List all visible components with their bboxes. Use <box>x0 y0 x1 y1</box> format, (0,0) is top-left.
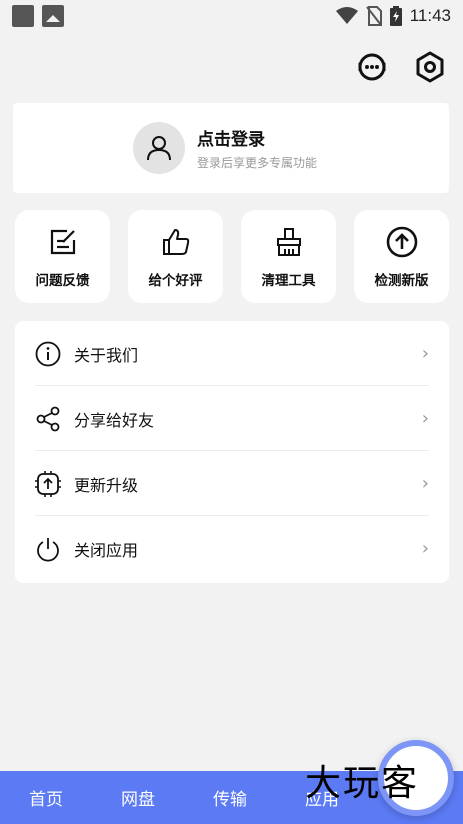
thumbs-up-icon <box>161 225 191 259</box>
tile-feedback[interactable]: 问题反馈 <box>15 210 110 303</box>
login-card[interactable]: 点击登录 登录后享更多专属功能 <box>13 103 449 193</box>
tile-cleaner[interactable]: 清理工具 <box>241 210 336 303</box>
no-sim-icon <box>365 6 382 26</box>
settings-menu: 关于我们 › 分享给好友 › 更新升级 › 关闭应用 › <box>15 321 449 583</box>
menu-item-about[interactable]: 关于我们 › <box>15 321 449 386</box>
user-icon <box>147 136 171 161</box>
top-actions <box>355 50 447 84</box>
arrow-up-circle-icon <box>385 225 419 259</box>
image-notification-icon <box>42 5 64 27</box>
clock: 11:43 <box>409 6 451 25</box>
avatar <box>133 122 185 174</box>
broom-icon <box>275 225 303 259</box>
chevron-right-icon: › <box>421 343 429 364</box>
nav-home[interactable]: 首页 <box>0 785 92 810</box>
nav-transfer[interactable]: 传输 <box>184 785 276 810</box>
battery-icon <box>389 6 402 26</box>
tile-rate[interactable]: 给个好评 <box>128 210 223 303</box>
chevron-right-icon: › <box>421 538 429 559</box>
edit-icon <box>49 225 77 259</box>
tile-check-update[interactable]: 检测新版 <box>354 210 449 303</box>
menu-item-update[interactable]: 更新升级 › <box>15 451 449 516</box>
share-icon <box>35 406 61 432</box>
customer-service-icon[interactable] <box>355 50 389 84</box>
nav-cloud-drive[interactable]: 网盘 <box>92 785 184 810</box>
power-icon <box>35 536 61 562</box>
notification-icon <box>12 5 34 27</box>
watermark: 大玩客 <box>305 763 420 804</box>
chevron-right-icon: › <box>421 408 429 429</box>
menu-item-exit[interactable]: 关闭应用 › <box>15 516 449 581</box>
login-subtitle: 登录后享更多专属功能 <box>197 156 318 170</box>
info-icon <box>35 341 61 367</box>
menu-item-share[interactable]: 分享给好友 › <box>15 386 449 451</box>
login-title: 点击登录 <box>197 130 265 150</box>
update-icon <box>35 470 61 497</box>
wifi-icon <box>335 7 358 24</box>
settings-icon[interactable] <box>413 50 447 84</box>
status-bar: 11:43 <box>0 0 463 32</box>
chevron-right-icon: › <box>421 473 429 494</box>
quick-actions: 问题反馈 给个好评 清理工具 检测新版 <box>15 210 449 303</box>
